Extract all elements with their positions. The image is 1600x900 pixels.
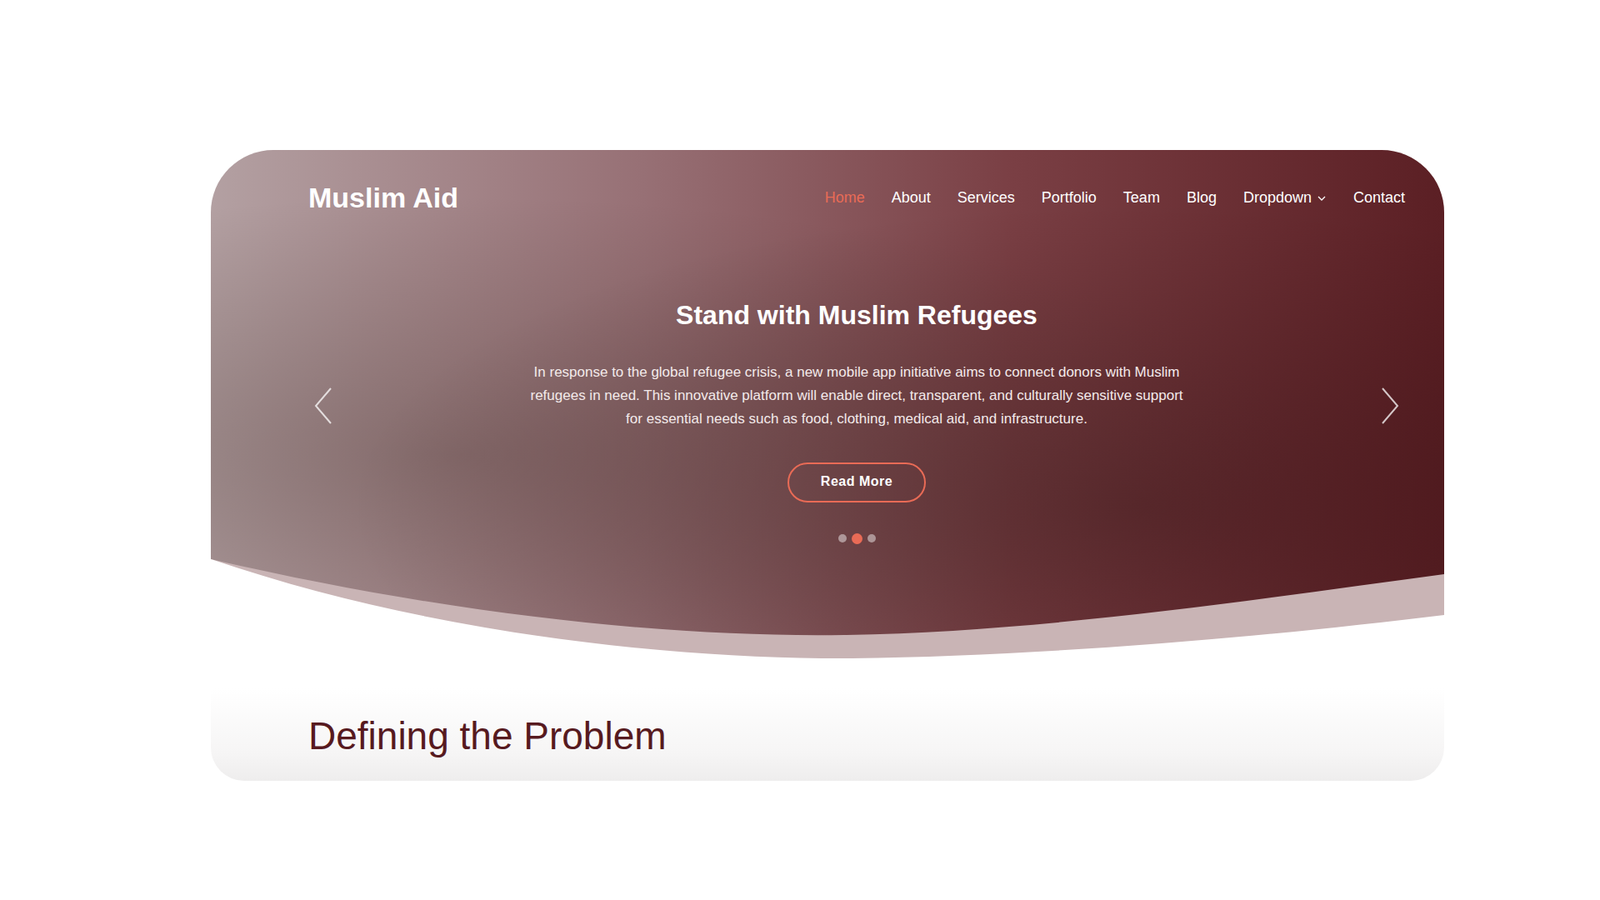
nav-link[interactable]: Team	[1123, 189, 1160, 207]
hero-slider: Muslim Aid Home About Services Portfolio Team…	[210, 150, 1445, 659]
slide-content: Stand with Muslim Refugees In response to…	[308, 214, 1405, 545]
nav-label[interactable]: Services	[957, 189, 1015, 207]
slide-text: In response to the global refugee crisis…	[523, 360, 1190, 431]
nav-link[interactable]: Portfolio	[1041, 189, 1097, 207]
section-title: Defining the Problem	[308, 713, 1445, 759]
carousel-dot[interactable]	[838, 534, 847, 543]
carousel-dot[interactable]	[851, 533, 863, 545]
slide-title: Stand with Muslim Refugees	[675, 300, 1038, 331]
nav-link[interactable]: Services	[957, 189, 1015, 207]
nav-label[interactable]: Team	[1123, 189, 1160, 207]
nav-label[interactable]: Dropdown	[1243, 189, 1312, 207]
nav-menu: Home About Services Portfolio Team Blog Dropdo…	[825, 189, 1405, 207]
top-navigation: Muslim Aid Home About Services Portfolio Team…	[308, 181, 1405, 215]
nav-label[interactable]: About	[891, 189, 931, 207]
carousel-dot[interactable]	[867, 534, 876, 543]
nav-link[interactable]: Blog	[1186, 189, 1217, 207]
read-more-button[interactable]: Read More	[787, 462, 926, 503]
nav-link[interactable]: Home	[825, 189, 865, 207]
nav-label[interactable]: Blog	[1186, 189, 1217, 207]
nav-link[interactable]: About	[891, 189, 931, 207]
problem-section: Defining the Problem	[210, 688, 1445, 781]
hero-content: Muslim Aid Home About Services Portfolio Team…	[210, 150, 1445, 545]
hero-photo	[210, 150, 1445, 659]
nav-label[interactable]: Home	[825, 189, 865, 207]
nav-link[interactable]: Contact	[1353, 189, 1405, 207]
next-arrow-icon[interactable]	[1377, 385, 1403, 427]
nav-label[interactable]: Contact	[1353, 189, 1405, 207]
carousel-dots	[838, 534, 876, 545]
hero-wave	[210, 150, 1445, 659]
nav-label[interactable]: Portfolio	[1041, 189, 1097, 207]
chevron-down-icon[interactable]	[1316, 193, 1327, 204]
site-logo[interactable]: Muslim Aid	[308, 181, 459, 215]
prev-arrow-icon[interactable]	[310, 385, 336, 427]
nav-link[interactable]: Dropdown	[1243, 189, 1327, 207]
